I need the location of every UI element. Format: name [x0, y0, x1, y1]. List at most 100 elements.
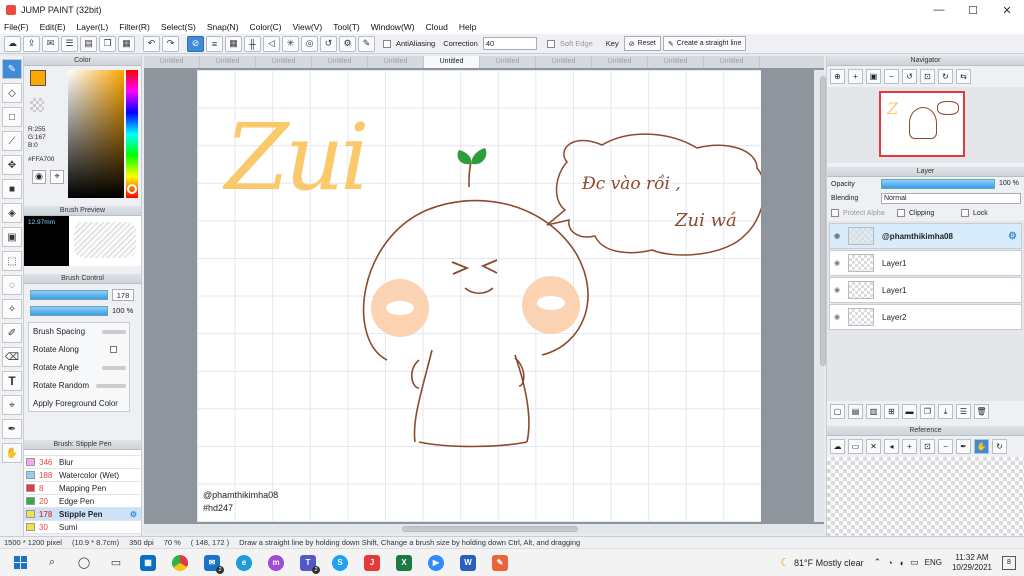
notification-icon[interactable]: 8 [1002, 555, 1016, 570]
rotate-along-checkbox[interactable] [110, 346, 117, 353]
brush-item-edge-pen[interactable]: 20 Edge Pen [24, 495, 141, 508]
brush-item-sumi[interactable]: 30 Sumi [24, 521, 141, 534]
menu-cloud[interactable]: Cloud [426, 22, 448, 32]
text-tool-icon[interactable]: T [2, 371, 22, 391]
flip-icon[interactable]: ⇆ [956, 69, 971, 84]
tab-untitled-8[interactable]: Untitled [536, 56, 592, 68]
reference-fit-icon[interactable]: ⊡ [920, 439, 935, 454]
cloud-icon[interactable]: ☁ [4, 35, 21, 52]
snap-settings-icon[interactable]: ⚙ [339, 35, 356, 52]
brush-spacing-slider[interactable] [102, 330, 126, 334]
gear-icon[interactable]: ⚙ [130, 510, 137, 519]
upload-icon[interactable]: ⇪ [23, 35, 40, 52]
visibility-icon[interactable]: ◉ [830, 259, 844, 267]
add-layer-menu-icon[interactable]: ⊞ [884, 404, 899, 419]
correction-input[interactable]: 40 [482, 37, 537, 50]
teams-icon[interactable]: T2 [294, 551, 322, 575]
vertical-scrollbar[interactable] [814, 70, 826, 522]
rotate-left-icon[interactable]: ↺ [902, 69, 917, 84]
palette-icon[interactable]: ◉ [32, 170, 46, 184]
reference-eyedropper-icon[interactable]: ✒ [956, 439, 971, 454]
line-tool-icon[interactable]: ⟋ [2, 131, 22, 151]
zoom-out-icon[interactable]: − [884, 69, 899, 84]
tab-untitled-3[interactable]: Untitled [256, 56, 312, 68]
excel-icon[interactable]: X [390, 551, 418, 575]
menu-filter[interactable]: Filter(R) [119, 22, 150, 32]
snap-cross-icon[interactable]: ╫ [244, 35, 261, 52]
reset-button[interactable]: ⊘ Reset [623, 36, 661, 51]
reference-zoom-out-icon[interactable]: − [938, 439, 953, 454]
maximize-button[interactable]: ☐ [956, 4, 990, 17]
layer-item-credit[interactable]: ◉ @phamthikimha08 ⚙ [829, 223, 1022, 249]
straight-line-button[interactable]: ✎ Create a straight line [662, 36, 747, 51]
brush-item-mapping-pen[interactable]: 8 Mapping Pen [24, 482, 141, 495]
navigator-viewport[interactable]: Z [879, 91, 965, 157]
snap-edit-icon[interactable]: ✎ [358, 35, 375, 52]
tab-untitled-11[interactable]: Untitled [704, 56, 760, 68]
snap-off-icon[interactable]: ⊘ [187, 35, 204, 52]
jump-paint-icon[interactable]: J [358, 551, 386, 575]
brush-item-blur[interactable]: 346 Blur [24, 456, 141, 469]
menu-file[interactable]: File(F) [4, 22, 29, 32]
zoom-in-icon[interactable]: + [848, 69, 863, 84]
skype-icon[interactable]: S [326, 551, 354, 575]
snap-circle-icon[interactable]: ◎ [301, 35, 318, 52]
protect-alpha-checkbox[interactable] [831, 209, 839, 217]
chat-icon[interactable]: ☰ [61, 35, 78, 52]
fit-window-icon[interactable]: ⊡ [920, 69, 935, 84]
clock[interactable]: 11:32 AM 10/29/2021 [952, 553, 992, 573]
widgets-icon[interactable]: ▭ [102, 551, 130, 575]
menu-view[interactable]: View(V) [293, 22, 323, 32]
tab-untitled-4[interactable]: Untitled [312, 56, 368, 68]
soft-edge-checkbox[interactable] [546, 39, 555, 48]
menu-tool[interactable]: Tool(T) [333, 22, 359, 32]
foreground-color-swatch[interactable] [30, 70, 46, 86]
reference-close-icon[interactable]: ✕ [866, 439, 881, 454]
reference-view[interactable] [827, 457, 1024, 537]
tab-untitled-10[interactable]: Untitled [648, 56, 704, 68]
snap-vanish-icon[interactable]: ◁ [263, 35, 280, 52]
layer-item-layer2[interactable]: ◉ Layer2 [829, 304, 1022, 330]
folder-icon[interactable]: ▬ [902, 404, 917, 419]
menu-window[interactable]: Window(W) [371, 22, 415, 32]
brush-opacity-slider[interactable] [30, 306, 108, 316]
minimize-button[interactable]: — [922, 4, 956, 16]
layer-item-layer1-b[interactable]: ◉ Layer1 [829, 277, 1022, 303]
layer-opacity-slider[interactable] [881, 179, 995, 189]
gear-icon[interactable]: ⚙ [1008, 231, 1017, 242]
move-tool-icon[interactable]: ✥ [2, 155, 22, 175]
brush-item-watercolor[interactable]: 188 Watercolor (Wet) [24, 469, 141, 482]
operation-tool-icon[interactable]: ⌖ [2, 395, 22, 415]
chrome-icon[interactable] [166, 551, 194, 575]
zoom-fit-icon[interactable]: ⊕ [830, 69, 845, 84]
layer-menu-icon[interactable]: ☰ [956, 404, 971, 419]
visibility-icon[interactable]: ◉ [830, 232, 844, 240]
zoom-icon[interactable]: ▶ [422, 551, 450, 575]
zoom-actual-icon[interactable]: ▣ [866, 69, 881, 84]
task-view-icon[interactable]: ◯ [70, 551, 98, 575]
drawing-canvas[interactable]: Zui Đc vào rồi , Zui wá @phamthikimha08 … [197, 70, 761, 522]
gradient-tool-icon[interactable]: ▣ [2, 227, 22, 247]
magic-wand-tool-icon[interactable]: ✧ [2, 299, 22, 319]
new-layer-8bit-icon[interactable]: ▤ [848, 404, 863, 419]
hue-slider[interactable] [126, 70, 138, 198]
tab-untitled-2[interactable]: Untitled [200, 56, 256, 68]
reference-cloud-icon[interactable]: ☁ [830, 439, 845, 454]
navigator-view[interactable]: Z [827, 87, 1024, 163]
mail-icon[interactable]: ✉ 2 [198, 551, 226, 575]
merge-layer-icon[interactable]: ⤓ [938, 404, 953, 419]
network-icon[interactable]: ◔ [887, 558, 892, 568]
start-button[interactable] [6, 551, 34, 575]
saturation-value-picker[interactable] [68, 70, 124, 198]
reference-prev-icon[interactable]: ◂ [884, 439, 899, 454]
chevron-up-icon[interactable]: ⌃ [874, 557, 882, 568]
search-icon[interactable]: ⌕ [38, 551, 66, 575]
edge-icon[interactable]: e [230, 551, 258, 575]
tab-untitled-9[interactable]: Untitled [592, 56, 648, 68]
apply-foreground-option[interactable]: Apply Foreground Color [33, 395, 129, 413]
brush-size-input[interactable]: 178 [112, 289, 134, 301]
paint-app-icon[interactable]: ✎ [486, 551, 514, 575]
menu-help[interactable]: Help [459, 22, 476, 32]
hand-tool-icon[interactable]: ✋ [2, 443, 22, 463]
store-icon[interactable]: ▦ [134, 551, 162, 575]
